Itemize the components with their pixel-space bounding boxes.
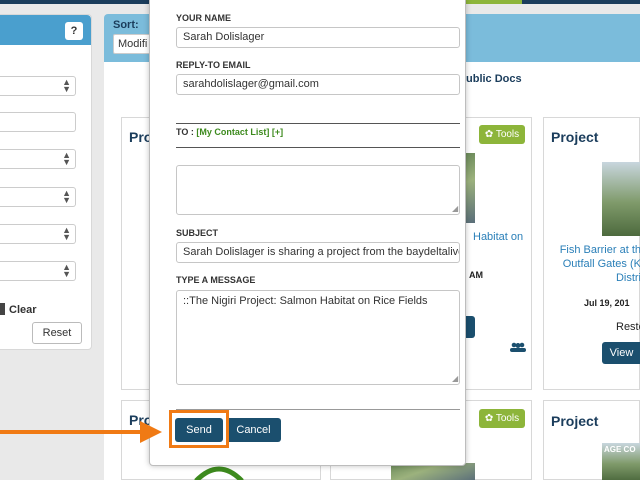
divider	[176, 123, 460, 124]
project-link[interactable]: Habitat on	[473, 230, 523, 244]
send-highlight-box	[169, 410, 229, 448]
subject-input[interactable]: Sarah Dolislager is sharing a project fr…	[176, 242, 460, 263]
updown-icon: ▲ ▼	[62, 77, 71, 94]
to-line: TO : [My Contact List] [+]	[176, 127, 283, 137]
filter-select-2[interactable]: ▲ ▼	[0, 149, 76, 169]
collaborators-icon	[510, 342, 526, 352]
project-date: Jul 19, 201	[584, 298, 630, 308]
contact-list-link[interactable]: [My Contact List]	[196, 127, 269, 137]
project-link[interactable]: Fish Barrier at th Outfall Gates (K Dist…	[556, 243, 640, 285]
project-card-6: Project AGE CO	[543, 400, 640, 480]
project-thumbnail[interactable]	[602, 162, 640, 236]
project-thumbnail[interactable]	[465, 153, 475, 223]
project-date: AM	[469, 270, 483, 280]
filter-select-5[interactable]: ▲ ▼	[0, 261, 76, 281]
card-title: Project	[551, 413, 599, 429]
filter-select-1[interactable]: ▲ ▼	[0, 76, 76, 96]
share-project-modal: YOUR NAME Sarah Dolislager REPLY-TO EMAI…	[149, 0, 466, 466]
your-name-input[interactable]: Sarah Dolislager	[176, 27, 460, 48]
updown-icon: ▲ ▼	[62, 150, 71, 167]
filter-panel-header: ?	[0, 15, 91, 45]
thumbnail-caption: AGE CO	[604, 445, 636, 454]
top-nav-accent	[466, 0, 522, 4]
filter-text-input[interactable]	[0, 112, 76, 132]
updown-icon: ▲ ▼	[62, 188, 71, 205]
your-name-label: YOUR NAME	[176, 13, 232, 23]
pointer-arrow-shaft	[0, 430, 148, 434]
clear-label: Clear	[9, 304, 37, 316]
sort-label: Sort:	[113, 19, 139, 31]
divider	[176, 147, 460, 148]
tab-public-docs[interactable]: ublic Docs	[466, 73, 522, 85]
filter-select-3[interactable]: ▲ ▼	[0, 187, 76, 207]
view-button[interactable]: View	[602, 342, 640, 364]
cancel-button[interactable]: Cancel	[226, 418, 281, 442]
subject-label: SUBJECT	[176, 228, 219, 238]
clear-filters[interactable]: Clear	[0, 303, 37, 316]
updown-icon: ▲ ▼	[62, 225, 71, 242]
message-textarea[interactable]: ::The Nigiri Project: Salmon Habitat on …	[176, 290, 460, 385]
gear-icon: ✿	[484, 129, 496, 140]
card-title: Project	[551, 129, 599, 145]
updown-icon: ▲ ▼	[62, 262, 71, 279]
recipients-textarea[interactable]	[176, 165, 460, 215]
gear-icon: ✿	[484, 413, 496, 424]
help-button[interactable]: ?	[65, 22, 83, 40]
project-card-3: Project Fish Barrier at th Outfall Gates…	[543, 117, 640, 390]
pointer-arrow-icon	[140, 421, 162, 443]
tools-button[interactable]: ✿ Tools	[479, 125, 525, 144]
filter-panel: ? ▲ ▼ ▲ ▼ ▲ ▼ ▲ ▼ ▲ ▼ Clear Reset	[0, 14, 92, 350]
to-label: TO :	[176, 127, 197, 137]
filter-select-4[interactable]: ▲ ▼	[0, 224, 76, 244]
add-contact-link[interactable]: [+]	[269, 127, 283, 137]
reset-button[interactable]: Reset	[32, 322, 82, 344]
tools-button[interactable]: ✿ Tools	[479, 409, 525, 428]
resize-handle-icon[interactable]: ◢	[452, 375, 458, 383]
reply-email-input[interactable]: sarahdolislager@gmail.com	[176, 74, 460, 95]
message-label: TYPE A MESSAGE	[176, 275, 256, 285]
reply-email-label: REPLY-TO EMAIL	[176, 60, 251, 70]
clear-checkbox[interactable]	[0, 303, 5, 315]
project-status: Resto	[616, 321, 640, 333]
resize-handle-icon[interactable]: ◢	[452, 205, 458, 213]
